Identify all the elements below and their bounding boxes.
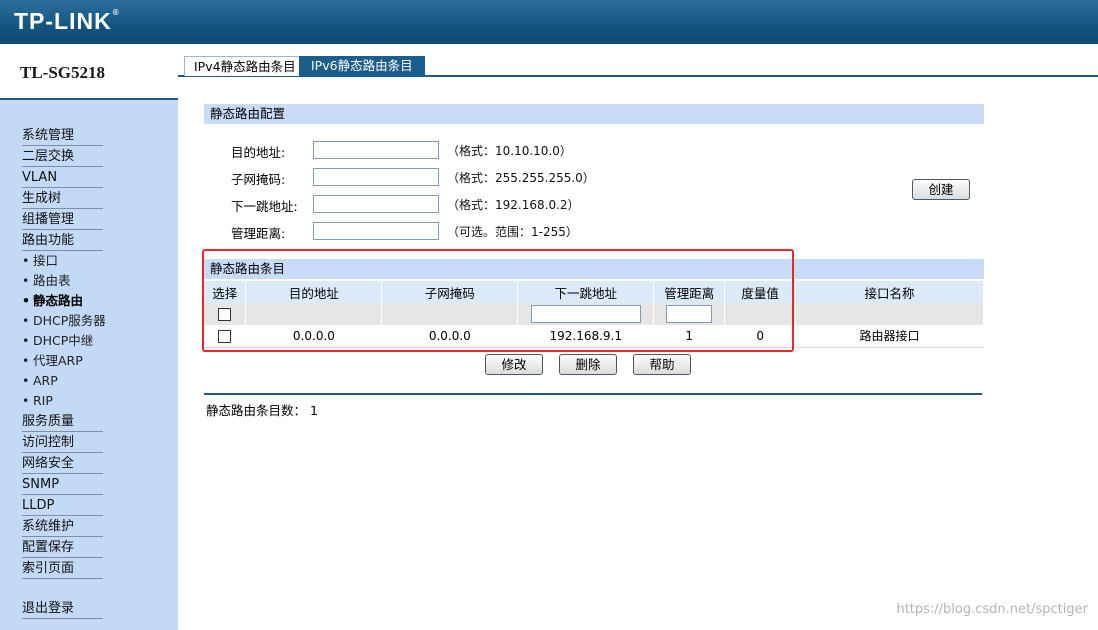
sidebar-item[interactable]: 路由功能 <box>22 232 103 251</box>
admin-distance-label: 管理距离: <box>231 226 286 241</box>
table-filter-row <box>204 303 984 325</box>
next-hop-input[interactable] <box>313 195 439 213</box>
col-subnet-mask: 子网掩码 <box>381 281 519 303</box>
table-row: 0.0.0.0 0.0.0.0 192.168.9.1 1 0 路由器接口 <box>204 325 984 348</box>
col-dest-address: 目的地址 <box>245 281 383 303</box>
sidebar-sub-label: RIP <box>33 393 53 408</box>
sidebar-subitem[interactable]: • 静态路由 <box>22 292 83 310</box>
filter-empty-cell <box>795 303 984 325</box>
sidebar-subitem[interactable]: • ARP <box>22 372 58 390</box>
bullet-glyph: • <box>22 373 30 388</box>
tab-strip: IPv4静态路由条目 IPv6静态路由条目 <box>178 44 1098 77</box>
next-hop-filter-input[interactable] <box>530 305 641 323</box>
sidebar-item[interactable]: 系统维护 <box>22 518 103 537</box>
col-metric: 度量值 <box>724 281 797 303</box>
config-section-title: 静态路由配置 <box>204 104 984 124</box>
bullet-glyph: • <box>22 393 30 408</box>
delete-button[interactable]: 删除 <box>559 354 617 375</box>
filter-empty-cell <box>381 303 519 325</box>
row-metric: 0 <box>724 325 797 348</box>
col-select: 选择 <box>204 281 247 303</box>
row-next-hop: 192.168.9.1 <box>517 325 655 348</box>
modify-button[interactable]: 修改 <box>485 354 543 375</box>
bullet-glyph: • <box>22 353 30 368</box>
sidebar-sub-label: 接口 <box>33 253 59 268</box>
sidebar-item[interactable]: 二层交换 <box>22 148 103 167</box>
sidebar-item[interactable]: VLAN <box>22 169 103 188</box>
sidebar-item[interactable]: SNMP <box>22 476 103 495</box>
sidebar-sub-label: 路由表 <box>33 273 71 288</box>
sidebar-item[interactable]: 配置保存 <box>22 539 103 558</box>
row-subnet-mask: 0.0.0.0 <box>381 325 519 348</box>
divider <box>204 393 982 395</box>
entry-count: 静态路由条目数： 1 <box>206 400 318 419</box>
admin-distance-input[interactable] <box>313 222 439 240</box>
filter-empty-cell <box>245 303 383 325</box>
tp-link-logo: TP-LINK® <box>14 8 120 34</box>
dest-address-label: 目的地址: <box>231 145 286 160</box>
row-dest-address: 0.0.0.0 <box>245 325 383 348</box>
subnet-mask-input[interactable] <box>313 168 439 186</box>
help-button[interactable]: 帮助 <box>633 354 691 375</box>
bullet-glyph: • <box>22 293 30 308</box>
distance-filter-input[interactable] <box>666 305 713 323</box>
subnet-mask-label: 子网掩码: <box>231 172 286 187</box>
sidebar-subitem[interactable]: • RIP <box>22 392 53 410</box>
next-hop-hint: （格式：192.168.0.2） <box>447 198 580 212</box>
sidebar-item[interactable]: 组播管理 <box>22 211 103 230</box>
bullet-glyph: • <box>22 253 30 268</box>
col-next-hop: 下一跳地址 <box>517 281 655 303</box>
device-model: TL-SG5218 <box>20 63 106 82</box>
sidebar-item[interactable]: 网络安全 <box>22 455 103 474</box>
sidebar-subitem[interactable]: • DHCP中继 <box>22 332 93 350</box>
static-route-table: 选择 目的地址 子网掩码 下一跳地址 管理距离 度量值 接口名称 0.0.0.0… <box>204 281 984 348</box>
create-button[interactable]: 创建 <box>912 179 970 200</box>
next-hop-label: 下一跳地址: <box>231 199 298 214</box>
sidebar-item[interactable]: 服务质量 <box>22 413 103 432</box>
tab-ipv4-static-routes[interactable]: IPv4静态路由条目 <box>184 56 306 76</box>
sidebar-item[interactable]: 索引页面 <box>22 560 103 579</box>
tab-ipv6-static-routes[interactable]: IPv6静态路由条目 <box>299 56 425 76</box>
entry-count-label: 静态路由条目数： <box>206 403 307 418</box>
sidebar-subitem[interactable]: • 代理ARP <box>22 352 83 370</box>
sidebar-subitem[interactable]: • 路由表 <box>22 272 71 290</box>
entry-count-value: 1 <box>310 403 318 418</box>
sidebar-item[interactable]: 生成树 <box>22 190 103 209</box>
row-interface-name: 路由器接口 <box>795 325 984 348</box>
row-select-checkbox[interactable] <box>218 329 232 343</box>
dest-address-hint: （格式：10.10.10.0） <box>447 144 572 158</box>
col-interface-name: 接口名称 <box>795 281 984 303</box>
dest-address-input[interactable] <box>313 141 439 159</box>
filter-empty-cell <box>724 303 797 325</box>
sidebar-item[interactable]: 系统管理 <box>22 127 103 146</box>
admin-distance-hint: （可选。范围：1-255） <box>447 225 578 239</box>
sidebar-item[interactable]: LLDP <box>22 497 103 516</box>
entries-section-title: 静态路由条目 <box>204 259 984 279</box>
sidebar-sub-label: 静态路由 <box>33 293 84 308</box>
sidebar-item[interactable]: 访问控制 <box>22 434 103 453</box>
row-admin-distance: 1 <box>653 325 726 348</box>
sidebar-sub-label: DHCP服务器 <box>33 313 106 328</box>
subnet-mask-hint: （格式：255.255.255.0） <box>447 171 595 185</box>
sidebar-subitem[interactable]: • 接口 <box>22 252 58 270</box>
bullet-glyph: • <box>22 273 30 288</box>
bullet-glyph: • <box>22 333 30 348</box>
watermark: https://blog.csdn.net/spctiger <box>896 602 1088 617</box>
sidebar-subitem[interactable]: • DHCP服务器 <box>22 312 106 330</box>
header-bar: TP-LINK® <box>0 0 1098 44</box>
sidebar-sub-label: ARP <box>33 373 58 388</box>
table-header-row: 选择 目的地址 子网掩码 下一跳地址 管理距离 度量值 接口名称 <box>204 281 984 303</box>
bullet-glyph: • <box>22 313 30 328</box>
col-admin-distance: 管理距离 <box>653 281 726 303</box>
model-box: TL-SG5218 <box>0 44 178 100</box>
select-all-checkbox[interactable] <box>218 308 232 321</box>
logout-link[interactable]: 退出登录 <box>22 600 103 619</box>
sidebar-sub-label: DHCP中继 <box>33 333 94 348</box>
sidebar-sub-label: 代理ARP <box>33 353 83 368</box>
